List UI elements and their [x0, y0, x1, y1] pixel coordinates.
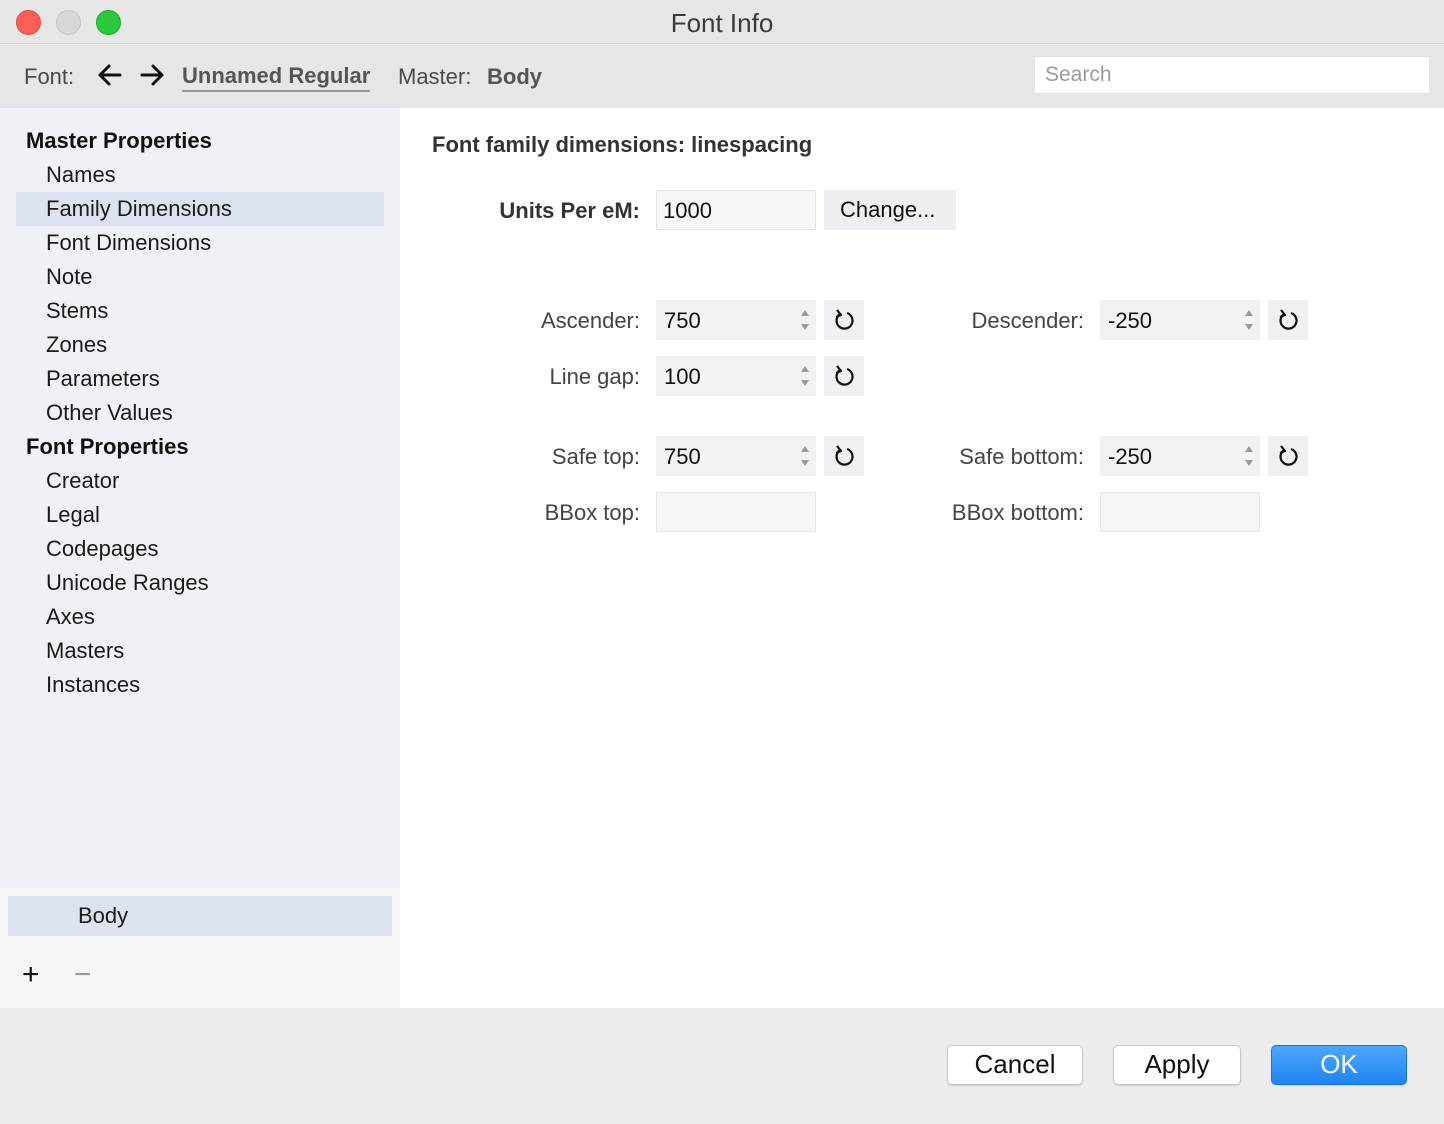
sidebar-item-other-values[interactable]: Other Values [16, 396, 384, 430]
reset-icon [835, 445, 854, 466]
remove-master-button[interactable]: − [74, 958, 92, 992]
masters-panel: Body + − [0, 888, 400, 1008]
title-bar: Font Info [0, 0, 1444, 44]
master-value[interactable]: Body [487, 64, 542, 90]
master-properties-heading: Master Properties [26, 128, 212, 153]
reset-descender-button[interactable] [1268, 300, 1308, 340]
apply-button[interactable]: Apply [1113, 1045, 1241, 1085]
sidebar-item-stems[interactable]: Stems [16, 294, 384, 328]
sidebar: Master Properties Names Family Dimension… [0, 108, 400, 1008]
master-list-item[interactable]: Body [8, 896, 392, 936]
sidebar-item-names[interactable]: Names [16, 158, 384, 192]
sidebar-item-axes[interactable]: Axes [16, 600, 384, 634]
stepper-icon[interactable] [800, 363, 810, 389]
safe-bottom-value: -250 [1108, 444, 1153, 469]
bbox-top-label: BBox top: [544, 500, 640, 525]
ascender-label: Ascender: [540, 308, 640, 333]
search-input[interactable]: Search [1034, 56, 1430, 94]
reset-icon [835, 365, 854, 386]
reset-ascender-button[interactable] [824, 300, 864, 340]
descender-value: -250 [1108, 308, 1153, 333]
descender-label: Descender: [971, 308, 1084, 333]
sidebar-item-masters[interactable]: Masters [16, 634, 384, 668]
ascender-field[interactable]: 750 [656, 300, 816, 340]
sidebar-item-legal[interactable]: Legal [16, 498, 384, 532]
sidebar-item-creator[interactable]: Creator [16, 464, 384, 498]
stepper-icon[interactable] [1244, 307, 1254, 333]
ascender-value: 750 [664, 308, 701, 333]
safe-top-field[interactable]: 750 [656, 436, 816, 476]
font-name-link[interactable]: Unnamed Regular [182, 63, 371, 92]
bbox-top-field[interactable] [656, 492, 816, 532]
main-panel: Font family dimensions: linespacing Unit… [400, 108, 1444, 1008]
cancel-button[interactable]: Cancel [947, 1045, 1083, 1085]
sidebar-item-note[interactable]: Note [16, 260, 384, 294]
upm-label: Units Per eM: [499, 198, 640, 223]
stepper-icon[interactable] [1244, 443, 1254, 469]
font-label: Font: [24, 64, 75, 89]
master-label: Master: [398, 64, 472, 89]
reset-safe-bottom-button[interactable] [1268, 436, 1308, 476]
bbox-bottom-field[interactable] [1100, 492, 1260, 532]
line-gap-label: Line gap: [549, 364, 640, 389]
reset-icon [1279, 445, 1298, 466]
line-gap-field[interactable]: 100 [656, 356, 816, 396]
sidebar-item-parameters[interactable]: Parameters [16, 362, 384, 396]
sidebar-item-zones[interactable]: Zones [16, 328, 384, 362]
font-properties-heading: Font Properties [26, 434, 189, 459]
sidebar-item-instances[interactable]: Instances [16, 668, 384, 702]
arrow-left-icon[interactable] [96, 60, 124, 90]
sidebar-item-font-dimensions[interactable]: Font Dimensions [16, 226, 384, 260]
sidebar-item-unicode-ranges[interactable]: Unicode Ranges [16, 566, 384, 600]
reset-icon [1279, 309, 1298, 330]
line-gap-value: 100 [664, 364, 701, 389]
section-title: Font family dimensions: linespacing [432, 132, 813, 157]
safe-bottom-label: Safe bottom: [959, 444, 1084, 469]
reset-icon [835, 309, 854, 330]
font-info-window: Font Info Font: Unnamed Regular Master: … [0, 0, 1444, 1124]
stepper-icon[interactable] [800, 307, 810, 333]
upm-field[interactable]: 1000 [656, 190, 816, 230]
window-title: Font Info [670, 8, 774, 38]
add-master-button[interactable]: + [22, 958, 40, 992]
bbox-bottom-label: BBox bottom: [951, 500, 1084, 525]
descender-field[interactable]: -250 [1100, 300, 1260, 340]
safe-top-value: 750 [664, 444, 701, 469]
safe-top-label: Safe top: [551, 444, 640, 469]
change-upm-button[interactable]: Change... [824, 190, 956, 230]
ok-button[interactable]: OK [1271, 1045, 1407, 1085]
button-bar: Cancel Apply OK [0, 1008, 1444, 1124]
safe-bottom-field[interactable]: -250 [1100, 436, 1260, 476]
reset-safe-top-button[interactable] [824, 436, 864, 476]
arrow-right-icon[interactable] [138, 60, 166, 90]
sidebar-item-codepages[interactable]: Codepages [16, 532, 384, 566]
reset-line-gap-button[interactable] [824, 356, 864, 396]
stepper-icon[interactable] [800, 443, 810, 469]
toolbar: Font: Unnamed Regular Master: Body Searc… [0, 45, 1444, 108]
sidebar-item-family-dimensions[interactable]: Family Dimensions [16, 192, 384, 226]
